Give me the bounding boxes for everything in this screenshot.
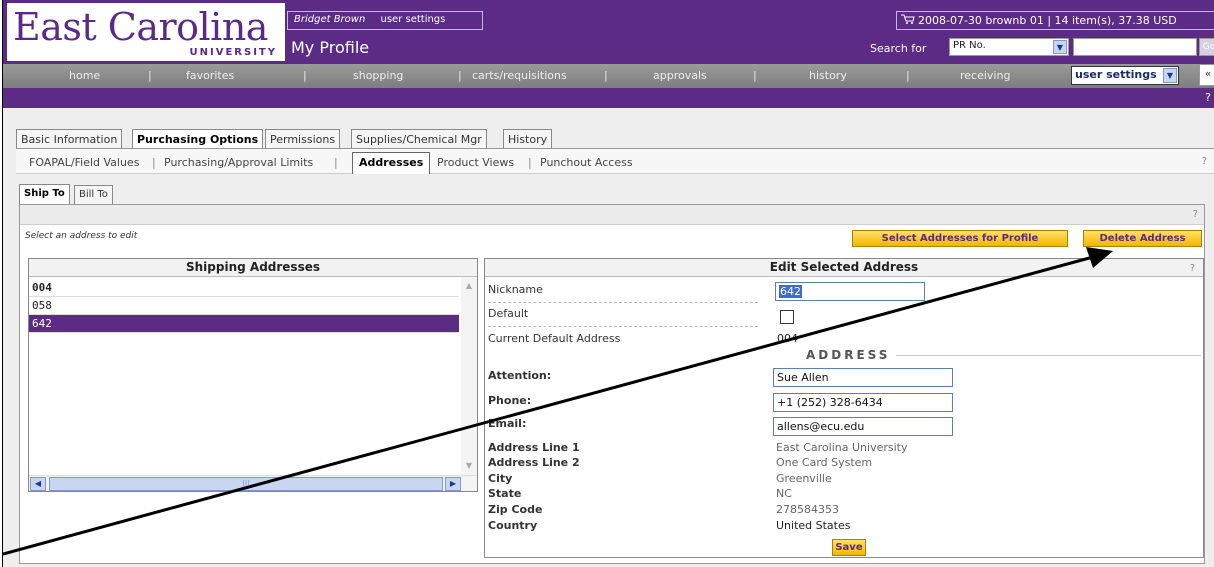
app-window: East Carolina UNIVERSITY Bridget Brown u… xyxy=(2,0,1214,567)
annotation-arrow-line xyxy=(3,255,1094,556)
annotation-arrow xyxy=(3,247,1113,556)
annotation-arrow-head xyxy=(1086,247,1113,268)
